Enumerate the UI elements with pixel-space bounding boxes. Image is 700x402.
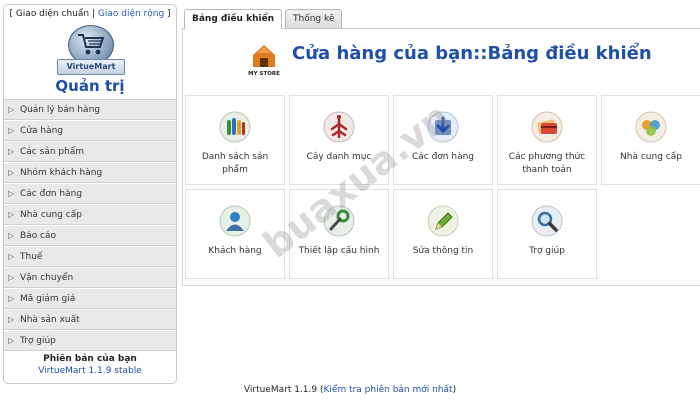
version-box: Phiên bản của bạn VirtueMart 1.1.9 stabl… (4, 352, 176, 376)
standard-view-label[interactable]: Giao diện chuẩn (16, 9, 89, 19)
chevron-right-icon: ▷ (8, 210, 15, 219)
menu-item-manufacturers[interactable]: ▷ Nhà sản xuất (4, 310, 176, 331)
tile-label: Sửa thông tin (412, 246, 474, 256)
check-latest-version-link[interactable]: Kiểm tra phiên bản mới nhất (324, 385, 453, 395)
menu-item-coupons[interactable]: ▷ Mã giảm giá (4, 289, 176, 310)
tile-orders[interactable]: Các đơn hàng (393, 95, 493, 185)
virtuemart-logo: VirtueMart (4, 23, 176, 77)
customer-icon (219, 205, 251, 237)
store-icon-text: MY STORE (248, 71, 280, 77)
tile-label: Nhà cung cấp (620, 152, 682, 162)
tile-label: Các đơn hàng (411, 152, 475, 162)
page-title: Cửa hàng của bạn::Bảng điều khiển (292, 43, 652, 64)
chevron-right-icon: ▷ (8, 252, 15, 261)
payment-methods-icon (531, 111, 563, 143)
menu-item-shopper-groups[interactable]: ▷ Nhóm khách hàng (4, 163, 176, 184)
footer-close-paren: ) (452, 385, 457, 395)
tile-label: Thiết lập cấu hình (298, 246, 380, 256)
menu-item-help[interactable]: ▷ Trợ giúp (4, 331, 176, 352)
orders-icon (427, 111, 459, 143)
version-title: Phiên bản của bạn (43, 354, 137, 364)
category-tree-icon (323, 111, 355, 143)
chevron-right-icon: ▷ (8, 189, 15, 198)
menu-item-products[interactable]: ▷ Các sản phẩm (4, 142, 176, 163)
menu-item-label: Trợ giúp (20, 336, 56, 346)
product-list-icon (219, 111, 251, 143)
page-header: MY STORE Cửa hàng của bạn::Bảng điều khi… (183, 29, 700, 89)
chevron-right-icon: ▷ (8, 147, 15, 156)
configuration-icon (323, 205, 355, 237)
tab-statistics[interactable]: Thống kê (285, 9, 343, 28)
tile-payment-methods[interactable]: Các phương thức thanh toán (497, 95, 597, 185)
help-icon (531, 205, 563, 237)
vendors-icon (635, 111, 667, 143)
view-separator: | (91, 9, 95, 19)
menu-item-orders[interactable]: ▷ Các đơn hàng (4, 184, 176, 205)
sidebar: [ Giao diện chuẩn | Giao diện rộng ] Vir… (3, 4, 177, 384)
version-value: VirtueMart 1.1.9 stable (38, 366, 142, 376)
footer: VirtueMart 1.1.9 (Kiểm tra phiên bản mới… (0, 385, 700, 395)
menu-item-tax[interactable]: ▷ Thuế (4, 247, 176, 268)
menu-item-label: Mã giảm giá (20, 294, 76, 304)
dashboard-panel: MY STORE Cửa hàng của bạn::Bảng điều khi… (182, 29, 700, 286)
admin-menu: ▷ Quản lý bán hàng ▷ Cửa hàng ▷ Các sản phẩ… (4, 99, 176, 352)
menu-item-label: Cửa hàng (20, 126, 64, 136)
menu-item-label: Các sản phẩm (20, 147, 85, 157)
tab-dashboard[interactable]: Bảng điều khiển (184, 9, 283, 29)
main-content: Bảng điều khiển Thống kê MY STORE Cửa hà… (182, 4, 700, 384)
chevron-right-icon: ▷ (8, 315, 15, 324)
menu-item-label: Vận chuyển (20, 273, 74, 283)
chevron-right-icon: ▷ (8, 105, 15, 114)
tile-edit-info[interactable]: Sửa thông tin (393, 189, 493, 279)
my-store-icon: MY STORE (248, 45, 280, 77)
tile-label: Trợ giúp (529, 246, 565, 256)
admin-title: Quản trị (55, 77, 125, 95)
menu-item-label: Nhà cung cấp (20, 210, 82, 220)
tile-label: Danh sách sản phẩm (201, 152, 269, 175)
menu-item-label: Các đơn hàng (20, 189, 83, 199)
chevron-right-icon: ▷ (8, 273, 15, 282)
view-switcher: [ Giao diện chuẩn | Giao diện rộng ] (4, 5, 176, 23)
menu-item-label: Thuế (20, 252, 43, 262)
menu-item-sales-management[interactable]: ▷ Quản lý bán hàng (4, 100, 176, 121)
bracket-close: ] (167, 9, 171, 19)
tile-help[interactable]: Trợ giúp (497, 189, 597, 279)
tile-product-list[interactable]: Danh sách sản phẩm (185, 95, 285, 185)
menu-item-vendors[interactable]: ▷ Nhà cung cấp (4, 205, 176, 226)
tile-label: Cây danh mục (306, 152, 372, 162)
edit-info-icon (427, 205, 459, 237)
footer-version: VirtueMart 1.1.9 (243, 385, 318, 395)
tile-customers[interactable]: Khách hàng (185, 189, 285, 279)
menu-item-reports[interactable]: ▷ Báo cáo (4, 226, 176, 247)
bracket-open: [ (9, 9, 13, 19)
wide-view-link[interactable]: Giao diện rộng (98, 9, 164, 19)
tile-configuration[interactable]: Thiết lập cấu hình (289, 189, 389, 279)
chevron-right-icon: ▷ (8, 336, 15, 345)
tile-label: Các phương thức thanh toán (508, 152, 586, 175)
tile-vendors[interactable]: Nhà cung cấp (601, 95, 700, 185)
menu-item-label: Báo cáo (20, 231, 57, 241)
chevron-right-icon: ▷ (8, 126, 15, 135)
chevron-right-icon: ▷ (8, 231, 15, 240)
menu-item-label: Nhà sản xuất (20, 315, 80, 325)
menu-item-store[interactable]: ▷ Cửa hàng (4, 121, 176, 142)
tile-label: Khách hàng (208, 246, 262, 256)
menu-item-shipping[interactable]: ▷ Vận chuyển (4, 268, 176, 289)
menu-item-label: Nhóm khách hàng (20, 168, 103, 178)
menu-item-label: Quản lý bán hàng (20, 105, 100, 115)
chevron-right-icon: ▷ (8, 294, 15, 303)
tile-category-tree[interactable]: Cây danh mục (289, 95, 389, 185)
chevron-right-icon: ▷ (8, 168, 15, 177)
logo-text: VirtueMart (57, 59, 125, 75)
tab-bar: Bảng điều khiển Thống kê (182, 4, 700, 29)
